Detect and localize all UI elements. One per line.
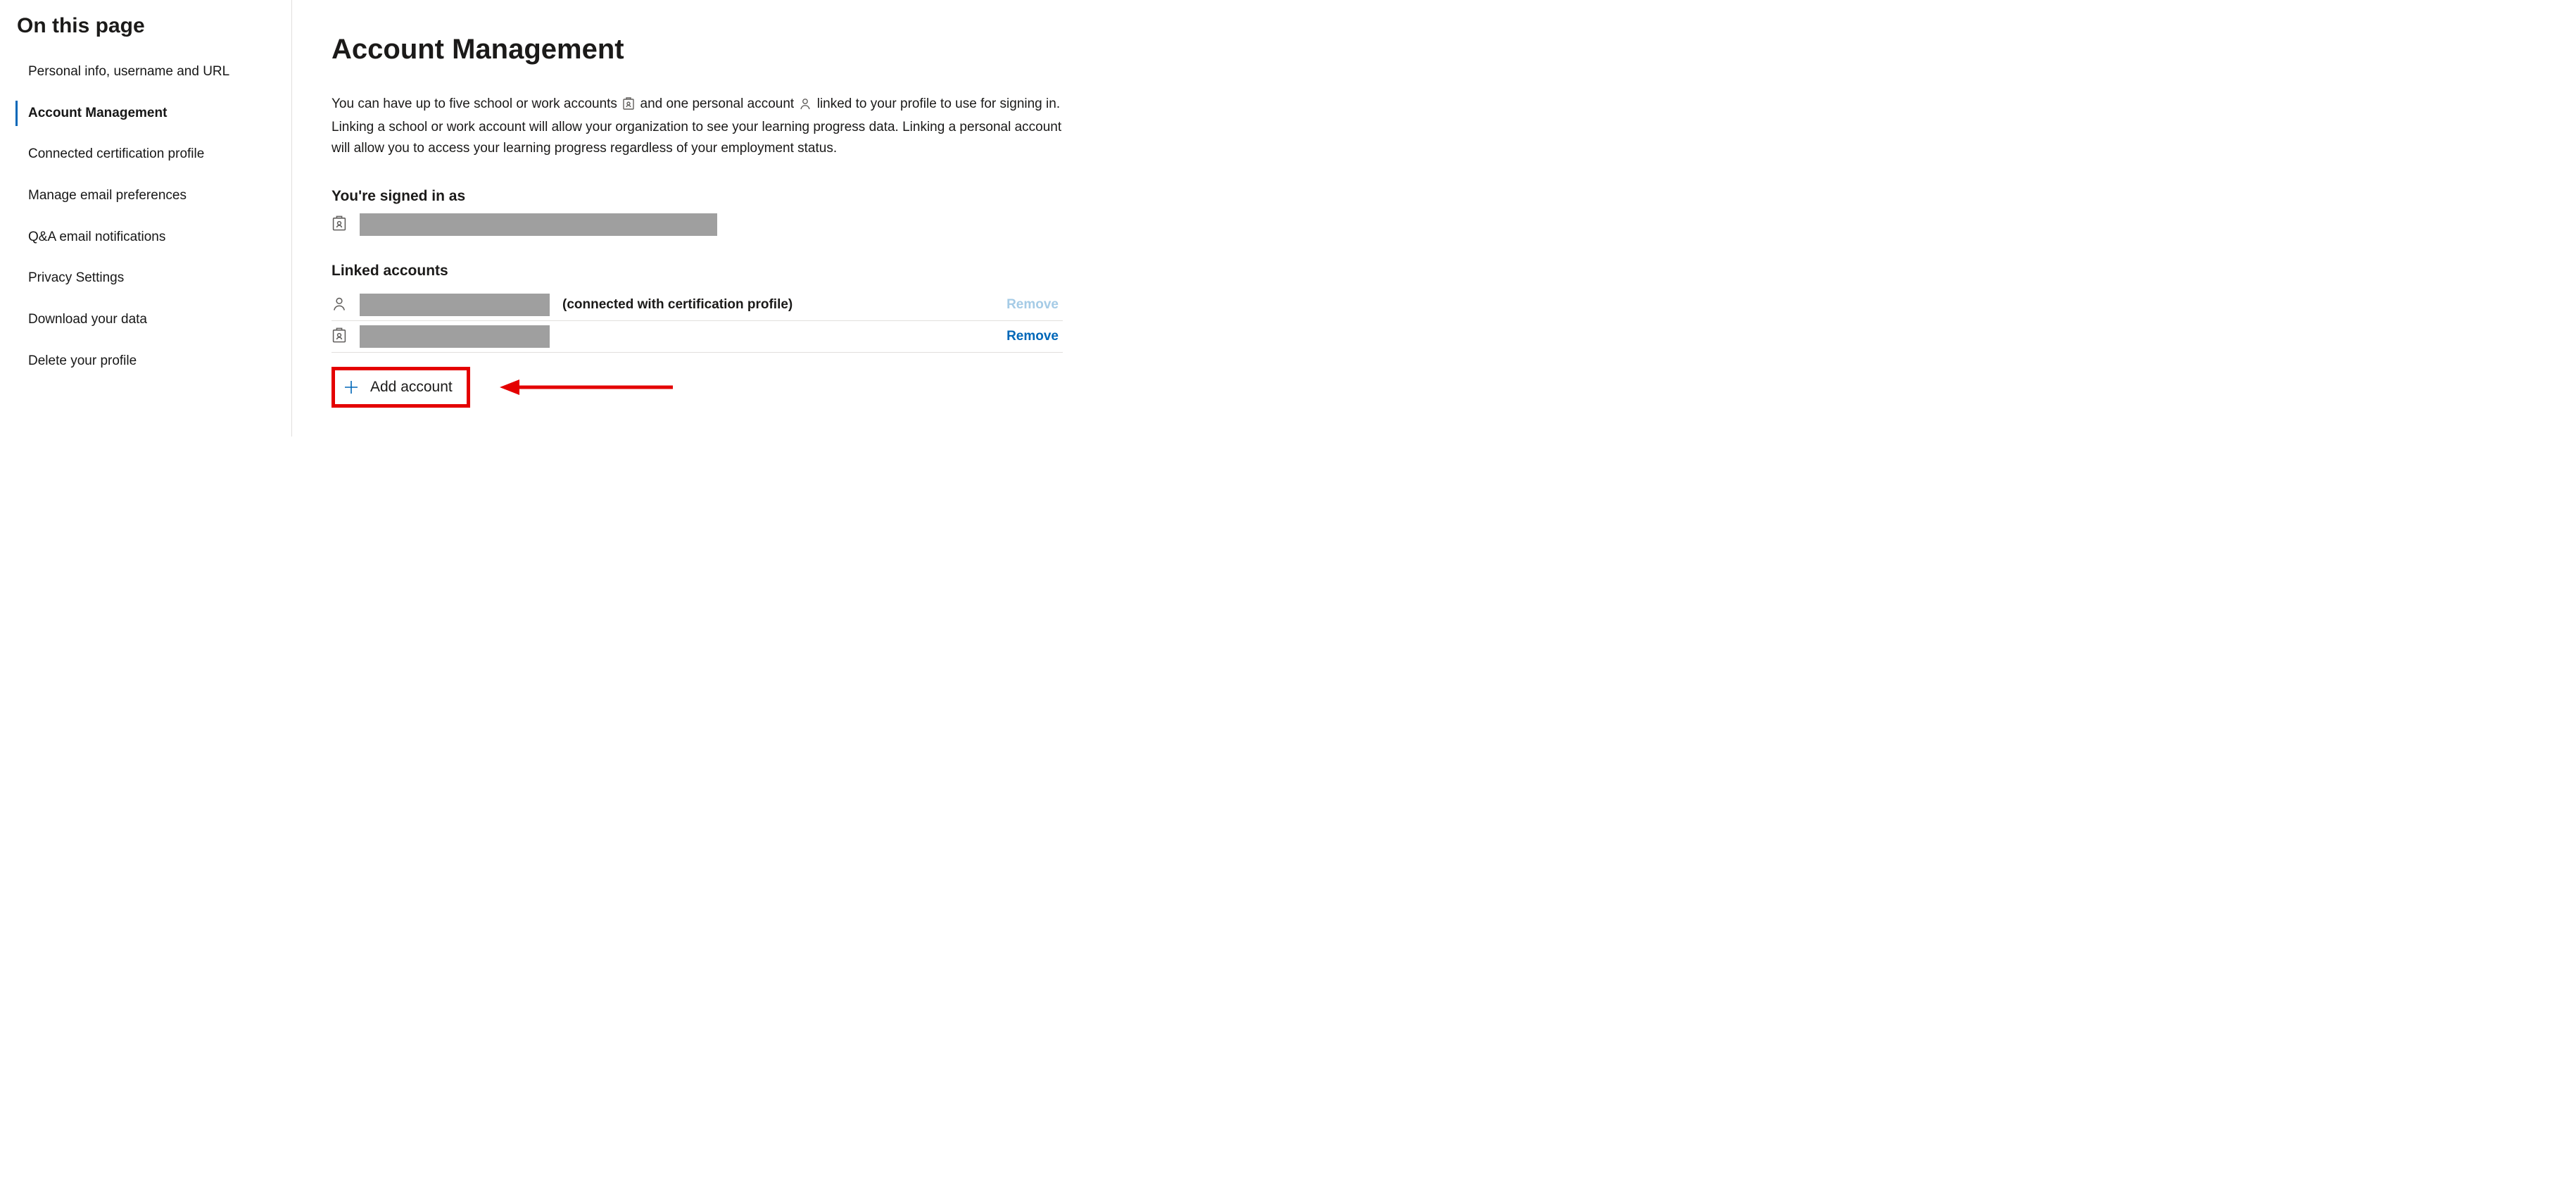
- linked-accounts-list: (connected with certification profile) R…: [332, 289, 1063, 353]
- add-account-button[interactable]: Add account: [332, 367, 470, 408]
- sidebar-item-label: Personal info, username and URL: [28, 64, 229, 79]
- account-management-section: Account Management You can have up to fi…: [292, 0, 1063, 437]
- sidebar-item-label: Delete your profile: [28, 353, 137, 368]
- sidebar-item-privacy-settings[interactable]: Privacy Settings: [17, 270, 274, 287]
- remove-link[interactable]: Remove: [1006, 329, 1063, 344]
- sidebar-item-label: Account Management: [28, 106, 167, 120]
- add-account-label: Add account: [370, 379, 453, 396]
- signed-in-row: [332, 213, 1063, 236]
- linked-account-row: Remove: [332, 321, 1063, 353]
- linked-account-row: (connected with certification profile) R…: [332, 289, 1063, 321]
- work-badge-icon: [332, 327, 347, 347]
- sidebar-item-label: Manage email preferences: [28, 188, 187, 203]
- sidebar-item-qa-email-notifications[interactable]: Q&A email notifications: [17, 229, 274, 246]
- sidebar-item-label: Q&A email notifications: [28, 230, 165, 244]
- linked-account-value: [360, 294, 550, 316]
- sidebar-item-label: Download your data: [28, 312, 147, 327]
- sidebar-item-manage-email-prefs[interactable]: Manage email preferences: [17, 187, 274, 205]
- sidebar-item-personal-info[interactable]: Personal info, username and URL: [17, 63, 274, 81]
- on-this-page-nav: On this page Personal info, username and…: [0, 0, 292, 437]
- plus-icon: [343, 379, 359, 395]
- work-badge-icon: [332, 215, 347, 235]
- sidebar-list: Personal info, username and URL Account …: [17, 63, 274, 370]
- signed-in-heading: You're signed in as: [332, 188, 1063, 205]
- remove-link: Remove: [1006, 297, 1063, 313]
- intro-text-1: You can have up to five school or work a…: [332, 96, 617, 111]
- sidebar-item-connected-cert-profile[interactable]: Connected certification profile: [17, 146, 274, 163]
- annotation-arrow: [498, 377, 674, 397]
- linked-accounts-heading: Linked accounts: [332, 263, 1063, 280]
- sidebar-item-download-your-data[interactable]: Download your data: [17, 311, 274, 329]
- sidebar-title: On this page: [17, 14, 274, 38]
- linked-account-suffix: (connected with certification profile): [562, 297, 793, 313]
- work-badge-icon: [621, 96, 636, 117]
- add-account-row: Add account: [332, 367, 1063, 408]
- signed-in-account-value: [360, 213, 717, 236]
- page-title: Account Management: [332, 34, 1063, 65]
- sidebar-item-delete-your-profile[interactable]: Delete your profile: [17, 353, 274, 370]
- sidebar-item-account-management[interactable]: Account Management: [17, 105, 274, 123]
- person-icon: [797, 96, 813, 117]
- linked-account-value: [360, 325, 550, 348]
- sidebar-item-label: Privacy Settings: [28, 270, 124, 285]
- intro-text-2: and one personal account: [640, 96, 795, 111]
- intro-paragraph: You can have up to five school or work a…: [332, 94, 1063, 158]
- sidebar-item-label: Connected certification profile: [28, 146, 204, 161]
- person-icon: [332, 295, 347, 315]
